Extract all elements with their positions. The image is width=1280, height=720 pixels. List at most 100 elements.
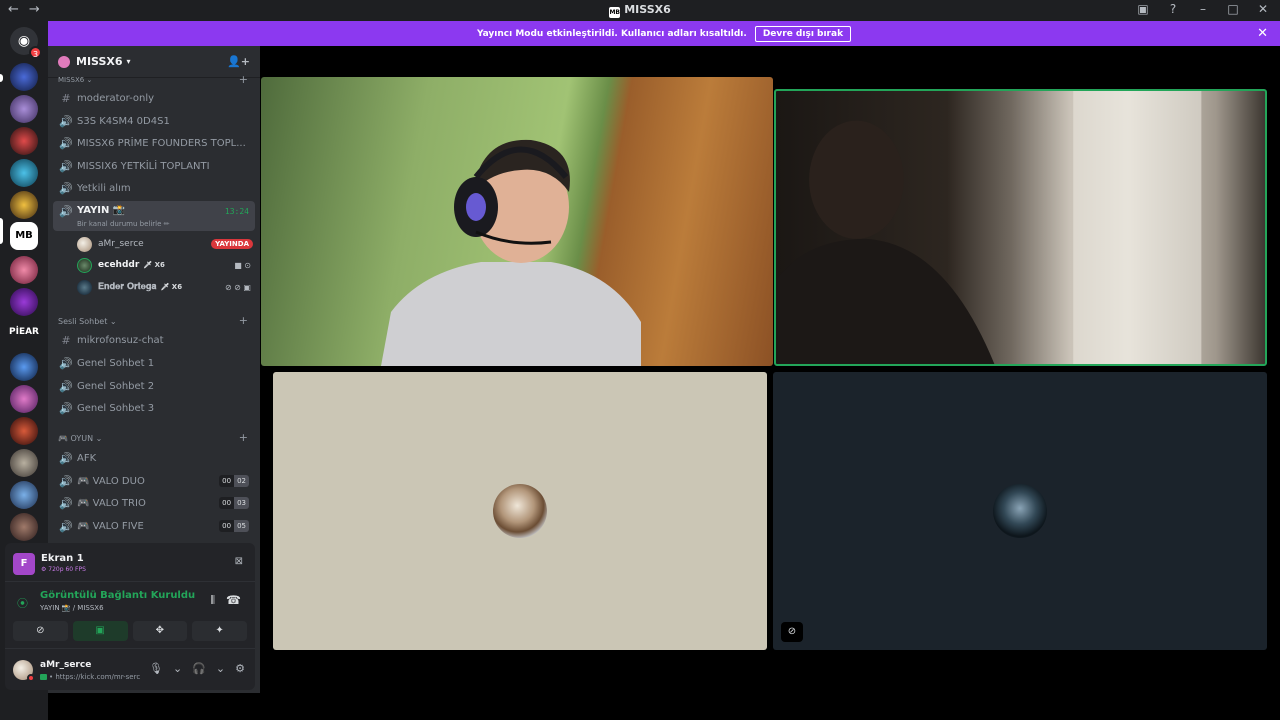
close-window-icon[interactable]: ✕ bbox=[1256, 2, 1270, 16]
channel-voice[interactable]: 🔊 Genel Sohbet 3 bbox=[53, 397, 255, 419]
voice-user[interactable]: aMr_serce YAYINDA bbox=[77, 234, 253, 254]
window-title: MB MISSX6 bbox=[0, 3, 1280, 18]
channel-voice[interactable]: 🔊 Genel Sohbet 1 bbox=[53, 352, 255, 374]
channel-voice[interactable]: 🔊 MISSIX6 YETKİLİ TOPLANTI bbox=[53, 155, 255, 177]
server-header[interactable]: MISSX6 ▾ 👤+ bbox=[48, 46, 260, 78]
avatar bbox=[77, 236, 92, 252]
headphones-icon[interactable]: 🎧 bbox=[192, 662, 206, 675]
stop-stream-icon[interactable]: ⊠ bbox=[235, 556, 243, 567]
category-missx6[interactable]: MISSX6 ⌄ bbox=[58, 76, 92, 84]
streamer-mode-banner: Yayıncı Modu etkinleştirildi. Kullanıcı … bbox=[48, 21, 1280, 46]
speaker-icon: 🔊 bbox=[59, 159, 73, 173]
channel-voice[interactable]: 🔊 AFK bbox=[53, 447, 255, 469]
activities-button[interactable]: ✥ bbox=[132, 621, 188, 641]
disconnect-icon[interactable]: ☎ bbox=[226, 593, 241, 607]
user-tag: 🗡 X6 bbox=[143, 261, 165, 269]
server-icon[interactable] bbox=[10, 127, 38, 155]
channel-voice[interactable]: 🔊 🎮 VALO TRIO 00 03 bbox=[53, 492, 255, 514]
connection-status: ⦿ Görüntülü Bağlantı Kuruldu YAYIN 📸 / M… bbox=[13, 587, 247, 615]
live-badge: YAYINDA bbox=[211, 239, 253, 249]
server-icon[interactable] bbox=[10, 159, 38, 187]
stream-quality: ⚙ 720p 60 FPS bbox=[41, 566, 86, 573]
soundboard-button[interactable]: ✦ bbox=[192, 621, 247, 641]
add-channel-icon[interactable]: + bbox=[239, 431, 248, 444]
server-icon[interactable] bbox=[10, 513, 38, 541]
stream-preview: F Ekran 1 ⚙ 720p 60 FPS ⊠ bbox=[13, 551, 247, 575]
channel-text[interactable]: # mikrofonsuz-chat bbox=[53, 329, 255, 351]
server-icon[interactable] bbox=[10, 417, 38, 445]
channel-voice-active[interactable]: 🔊 YAYIN 📸 13:24 Bir kanal durumu belirle… bbox=[53, 201, 255, 231]
maximize-icon[interactable]: □ bbox=[1226, 2, 1240, 16]
video-tile-speaking[interactable] bbox=[774, 89, 1267, 366]
channel-text[interactable]: # moderator-only bbox=[53, 87, 255, 109]
server-icon[interactable] bbox=[10, 288, 38, 316]
channel-voice[interactable]: 🔊 Yetkili alım bbox=[53, 177, 255, 199]
server-icon[interactable] bbox=[10, 385, 38, 413]
server-icon[interactable] bbox=[10, 481, 38, 509]
active-channel-name: YAYIN 📸 bbox=[77, 205, 126, 216]
server-text-icon[interactable]: PİEAR bbox=[8, 327, 40, 337]
speaker-icon: 🔊 bbox=[59, 496, 73, 510]
server-icon[interactable] bbox=[10, 63, 38, 91]
speaker-icon: 🔊 bbox=[59, 114, 73, 128]
home-button[interactable]: ◉ 3 bbox=[10, 27, 42, 59]
category-sesli-sohbet[interactable]: Sesli Sohbet ⌄ bbox=[58, 317, 117, 326]
username[interactable]: aMr_serce bbox=[40, 660, 91, 670]
minimize-icon[interactable]: – bbox=[1196, 2, 1210, 16]
video-tile-stream[interactable] bbox=[261, 77, 773, 366]
speaker-icon: 🔊 bbox=[59, 474, 73, 488]
server-icon[interactable] bbox=[10, 191, 38, 219]
channel-voice[interactable]: 🔊 S3S K4SM4 0D4S1 bbox=[53, 110, 255, 132]
disable-streamer-mode-button[interactable]: Devre dışı bırak bbox=[754, 25, 852, 42]
noise-suppression-icon[interactable]: ⫼ bbox=[210, 595, 215, 606]
channel-voice[interactable]: 🔊 🎮 VALO DUO 00 02 bbox=[53, 470, 255, 492]
channel-voice[interactable]: 🔊 MISSX6 PRİME FOUNDERS TOPL... bbox=[53, 132, 255, 154]
speaker-icon: 🔊 bbox=[59, 401, 73, 415]
server-icon[interactable] bbox=[10, 95, 38, 123]
speaker-icon: 🔊 bbox=[59, 519, 73, 533]
game-icon bbox=[40, 674, 47, 680]
unread-pill bbox=[0, 74, 3, 82]
video-stage: ⊘ bbox=[260, 46, 1280, 720]
server-icon[interactable] bbox=[10, 256, 38, 284]
invite-people-icon[interactable]: 👤+ bbox=[227, 55, 250, 68]
chevron-down-icon[interactable]: ⌄ bbox=[216, 662, 225, 675]
camera-off-button[interactable]: ⊘ bbox=[13, 621, 68, 641]
connection-title: Görüntülü Bağlantı Kuruldu bbox=[40, 590, 196, 601]
inbox-icon[interactable]: ▣ bbox=[1136, 2, 1150, 16]
connection-location[interactable]: YAYIN 📸 / MISSX6 bbox=[40, 604, 104, 612]
hashtag-icon: # bbox=[61, 91, 71, 105]
microphone-icon[interactable]: 🎙 bbox=[149, 662, 163, 675]
participant-video bbox=[777, 91, 1202, 364]
gear-icon[interactable]: ⚙ bbox=[235, 662, 245, 675]
chevron-down-icon[interactable]: ⌄ bbox=[173, 662, 182, 675]
server-name: MISSX6 bbox=[76, 55, 123, 68]
voice-user[interactable]: 𝐄𝐧𝐝𝐞𝐫 𝐎𝐫𝐭𝐞𝐠𝐚 🗡 X6 ⊘ ⊘ ▣ bbox=[77, 277, 253, 297]
participant-video bbox=[381, 139, 641, 366]
server-icon[interactable] bbox=[10, 449, 38, 477]
category-oyun[interactable]: 🎮 OYUN ⌄ bbox=[58, 434, 102, 443]
stream-icon: F bbox=[13, 553, 35, 575]
help-icon[interactable]: ? bbox=[1166, 2, 1180, 16]
server-mini-icon: MB bbox=[609, 7, 621, 18]
user-area: aMr_serce • https://kick.com/mr-serce 🎙 … bbox=[5, 648, 255, 690]
share-screen-button[interactable]: ▣ bbox=[72, 621, 128, 641]
server-icon[interactable] bbox=[10, 353, 38, 381]
avatar bbox=[77, 257, 92, 273]
voice-user[interactable]: ecehddr 🗡 X6 ■ ⊙ bbox=[77, 255, 253, 275]
add-channel-icon[interactable]: + bbox=[239, 73, 248, 86]
channel-timer: 13:24 bbox=[224, 207, 249, 216]
channel-voice[interactable]: 🔊 Genel Sohbet 2 bbox=[53, 375, 255, 397]
add-channel-icon[interactable]: + bbox=[239, 314, 248, 327]
voice-action-buttons: ⊘ ▣ ✥ ✦ bbox=[13, 621, 247, 641]
avatar bbox=[993, 484, 1047, 538]
user-status: • https://kick.com/mr-serce bbox=[40, 673, 140, 681]
server-icon-missx6[interactable]: MB bbox=[10, 222, 38, 250]
video-tile-avatar[interactable]: ⊘ bbox=[773, 372, 1267, 650]
close-icon[interactable]: ✕ bbox=[1257, 26, 1268, 41]
window-controls: ▣ ? – □ ✕ bbox=[1136, 2, 1270, 16]
muted-deafened-icon: ⊘ ⊘ ▣ bbox=[224, 282, 251, 292]
channel-status-prompt[interactable]: Bir kanal durumu belirle ✏ bbox=[77, 220, 170, 228]
channel-voice[interactable]: 🔊 🎮 VALO FIVE 00 05 bbox=[53, 515, 255, 537]
video-tile-avatar[interactable] bbox=[273, 372, 767, 650]
